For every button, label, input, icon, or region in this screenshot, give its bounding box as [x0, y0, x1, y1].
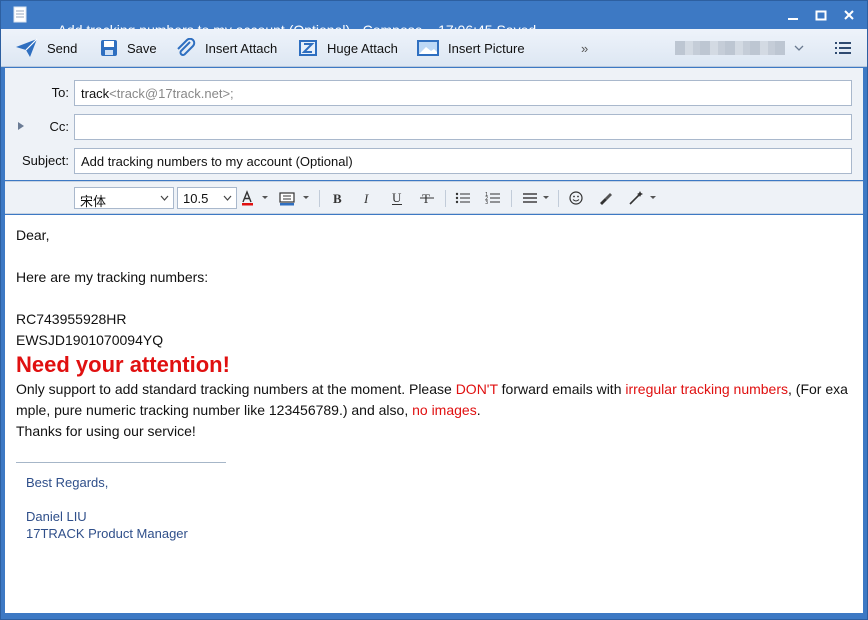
bullet-list-button[interactable]: [454, 190, 472, 206]
strikethrough-button[interactable]: T: [418, 190, 436, 206]
compose-window: Add tracking numbers to my account (Opti…: [0, 0, 868, 620]
maximize-button[interactable]: [808, 5, 834, 25]
tracking-number: RC743955928HR: [16, 311, 127, 327]
dont-emphasis: DON'T: [455, 381, 498, 397]
format-toolbar: 宋体 10.5 B I U 1 2 3: [5, 181, 863, 214]
svg-text:3: 3: [485, 200, 488, 206]
chevron-down-icon: [223, 195, 232, 201]
magic-wand-button[interactable]: [627, 190, 659, 206]
signature-name: Daniel LIU: [26, 509, 87, 524]
signature-title: 17TRACK Product Manager: [26, 526, 188, 541]
notice-paragraph: Only support to add standard tracking nu…: [16, 381, 848, 418]
message-header: To: track<track@17track.net>; Cc: Subjec…: [5, 68, 863, 180]
to-field[interactable]: track<track@17track.net>;: [74, 80, 852, 106]
toolbar-divider: [319, 190, 320, 207]
more-tools-button[interactable]: »: [581, 35, 588, 61]
subject-row: Subject: Add tracking numbers to my acco…: [5, 148, 863, 174]
font-color-icon: [242, 190, 268, 206]
picture-icon: [417, 40, 439, 56]
font-family-select[interactable]: 宋体: [74, 187, 174, 209]
blurred-account-name: [675, 41, 785, 55]
paperclip-icon: [177, 38, 196, 56]
toolbar-divider: [558, 190, 559, 207]
cc-field[interactable]: [74, 114, 852, 140]
attention-heading: Need your attention!: [16, 352, 230, 377]
intro-text: Here are my tracking numbers:: [16, 269, 209, 285]
strikethrough-icon: T: [420, 191, 434, 206]
compose-toolbar: Send Save Insert Attach Huge Attach Inse…: [1, 29, 867, 67]
account-selector[interactable]: [675, 35, 805, 61]
chevron-down-icon: [160, 195, 169, 201]
underline-icon: U: [392, 190, 402, 205]
signature-block: Best Regards, Daniel LIU 17TRACK Product…: [16, 474, 852, 542]
signature-regards: Best Regards,: [26, 475, 109, 490]
align-icon: [523, 193, 549, 203]
svg-text:U: U: [392, 190, 402, 205]
title-bar: Add tracking numbers to my account (Opti…: [1, 1, 867, 38]
numbered-list-icon: 1 2 3: [485, 192, 500, 206]
greeting-text: Dear,: [16, 227, 50, 243]
insert-attach-button[interactable]: Insert Attach: [175, 35, 277, 61]
format-painter-button[interactable]: [597, 190, 615, 206]
send-button[interactable]: Send: [15, 35, 77, 61]
bold-button[interactable]: B: [328, 190, 346, 206]
send-icon: [16, 38, 38, 57]
signature-divider: [16, 462, 226, 463]
no-images-emphasis: no images: [412, 402, 477, 418]
to-row: To: track<track@17track.net>;: [5, 80, 863, 106]
to-label: To:: [51, 85, 69, 100]
underline-button[interactable]: U: [388, 190, 406, 206]
minimize-button[interactable]: [780, 5, 806, 25]
cc-label: Cc:: [49, 119, 70, 134]
maximize-icon: [815, 10, 827, 21]
subject-field[interactable]: Add tracking numbers to my account (Opti…: [74, 148, 852, 174]
thanks-text: Thanks for using our service!: [16, 423, 196, 439]
align-button[interactable]: [521, 190, 553, 206]
brush-icon: [600, 193, 612, 205]
bold-icon: B: [333, 191, 342, 206]
huge-attach-button[interactable]: Huge Attach: [297, 35, 398, 61]
italic-icon: I: [363, 191, 369, 206]
numbered-list-button[interactable]: 1 2 3: [484, 190, 502, 206]
close-icon: [844, 10, 854, 20]
recipient-address: <track@17track.net>;: [109, 86, 234, 101]
menu-list-icon: [835, 42, 851, 54]
bullet-list-icon: [455, 192, 470, 204]
toolbar-divider: [445, 190, 446, 207]
svg-text:B: B: [333, 191, 342, 206]
italic-button[interactable]: I: [358, 190, 376, 206]
highlight-icon: [279, 192, 309, 206]
chevron-down-icon: [794, 45, 804, 51]
emoji-button[interactable]: [567, 190, 585, 206]
subject-label: Subject:: [22, 153, 69, 168]
huge-attach-icon: [299, 40, 317, 56]
menu-button[interactable]: [834, 35, 852, 61]
irregular-emphasis: irregular tracking numbers: [625, 381, 788, 397]
document-icon: [13, 6, 27, 23]
cc-row: Cc:: [5, 114, 863, 140]
svg-text:I: I: [363, 191, 369, 206]
close-button[interactable]: [836, 5, 862, 25]
smiley-icon: [569, 191, 583, 205]
message-body-editor[interactable]: Dear, Here are my tracking numbers: RC74…: [5, 215, 863, 613]
magic-wand-icon: [629, 191, 656, 205]
tracking-number: EWSJD1901070094YQ: [16, 332, 164, 348]
highlight-button[interactable]: [278, 190, 312, 206]
font-color-button[interactable]: [241, 190, 271, 206]
font-size-select[interactable]: 10.5: [177, 187, 237, 209]
floppy-icon: [101, 40, 117, 56]
minimize-icon: [788, 18, 798, 20]
recipient-name: track: [81, 86, 110, 101]
toolbar-divider: [511, 190, 512, 207]
insert-picture-button[interactable]: Insert Picture: [416, 35, 525, 61]
save-button[interactable]: Save: [99, 35, 157, 61]
